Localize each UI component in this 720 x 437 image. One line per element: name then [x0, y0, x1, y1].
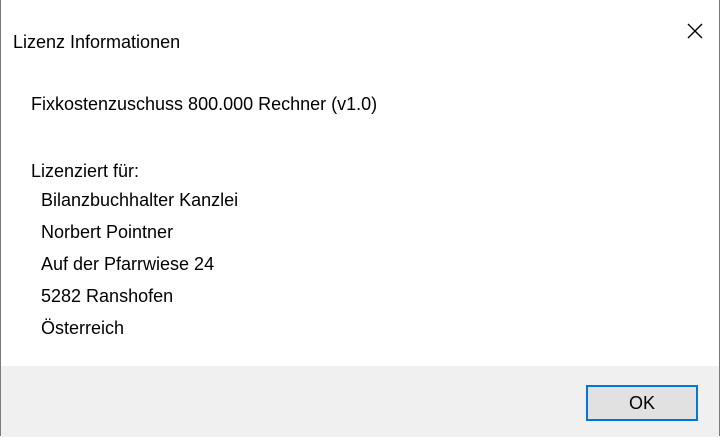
license-info-dialog: Lizenz Informationen Fixkostenzuschuss 8…: [0, 0, 720, 437]
licensed-for-label: Lizenziert für:: [31, 161, 140, 181]
dialog-body: Fixkostenzuschuss 800.000 Rechner (v1.0)…: [1, 60, 719, 366]
title-bar[interactable]: Lizenz Informationen: [1, 10, 719, 60]
licensee-name: Norbert Pointner: [41, 222, 174, 242]
screen: Lizenz Informationen Fixkostenzuschuss 8…: [0, 0, 720, 437]
close-icon: [685, 21, 705, 41]
licensee-city: 5282 Ranshofen: [41, 286, 174, 306]
ok-button[interactable]: OK: [586, 385, 698, 421]
dialog-footer: OK: [1, 366, 719, 437]
dialog-title: Lizenz Informationen: [13, 32, 181, 52]
close-button[interactable]: [671, 10, 719, 52]
licensee-country: Österreich: [41, 318, 125, 338]
licensee-company: Bilanzbuchhalter Kanzlei: [41, 190, 239, 210]
licensee-street: Auf der Pfarrwiese 24: [41, 254, 215, 274]
ok-button-label: OK: [628, 392, 655, 413]
licensee-address: Bilanzbuchhalter Kanzlei Norbert Pointne…: [41, 184, 238, 344]
product-name: Fixkostenzuschuss 800.000 Rechner (v1.0): [31, 94, 378, 114]
